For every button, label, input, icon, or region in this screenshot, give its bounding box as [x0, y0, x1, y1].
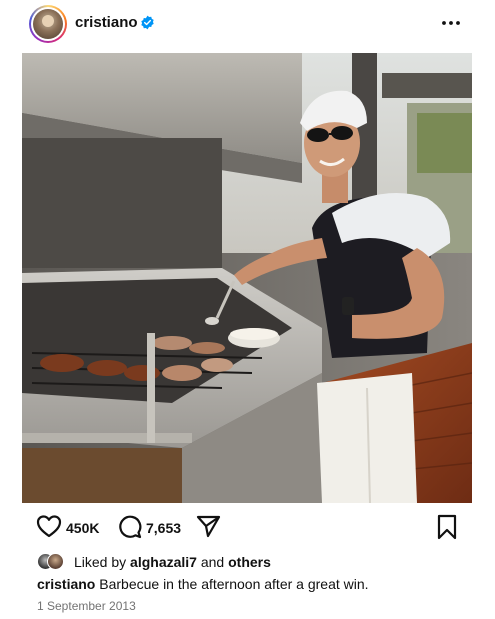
like-count[interactable]: 450K [66, 520, 99, 536]
liked-by-user[interactable]: alghazali7 [130, 554, 197, 570]
post-actions: 450K 7,653 [0, 510, 495, 546]
avatar-image [33, 9, 63, 39]
paper-plane-icon[interactable] [196, 514, 221, 539]
liked-by-prefix: Liked by [74, 554, 127, 570]
caption-username[interactable]: cristiano [37, 576, 95, 592]
comment-count[interactable]: 7,653 [146, 520, 181, 536]
bookmark-icon[interactable] [437, 514, 457, 540]
verified-badge-icon [141, 15, 154, 30]
liker-avatar[interactable] [47, 553, 64, 570]
caption: cristiano Barbecue in the afternoon afte… [37, 576, 369, 592]
liked-by-join: and [200, 554, 225, 570]
post-date: 1 September 2013 [37, 599, 136, 613]
liked-by-row: Liked by alghazali7 and others [37, 552, 437, 572]
post-image[interactable] [22, 53, 472, 503]
avatar[interactable] [29, 5, 67, 43]
liked-by-others[interactable]: others [228, 554, 271, 570]
post-header: cristiano [0, 0, 495, 50]
username-link[interactable]: cristiano [75, 14, 138, 31]
avatar-frame [31, 7, 65, 41]
heart-icon[interactable] [36, 514, 62, 538]
comment-icon[interactable] [117, 514, 142, 539]
caption-text: Barbecue in the afternoon after a great … [99, 576, 369, 592]
liked-by-text: Liked by alghazali7 and others [74, 554, 271, 570]
barbecue-photo [22, 53, 472, 503]
more-options-icon[interactable] [440, 13, 462, 33]
